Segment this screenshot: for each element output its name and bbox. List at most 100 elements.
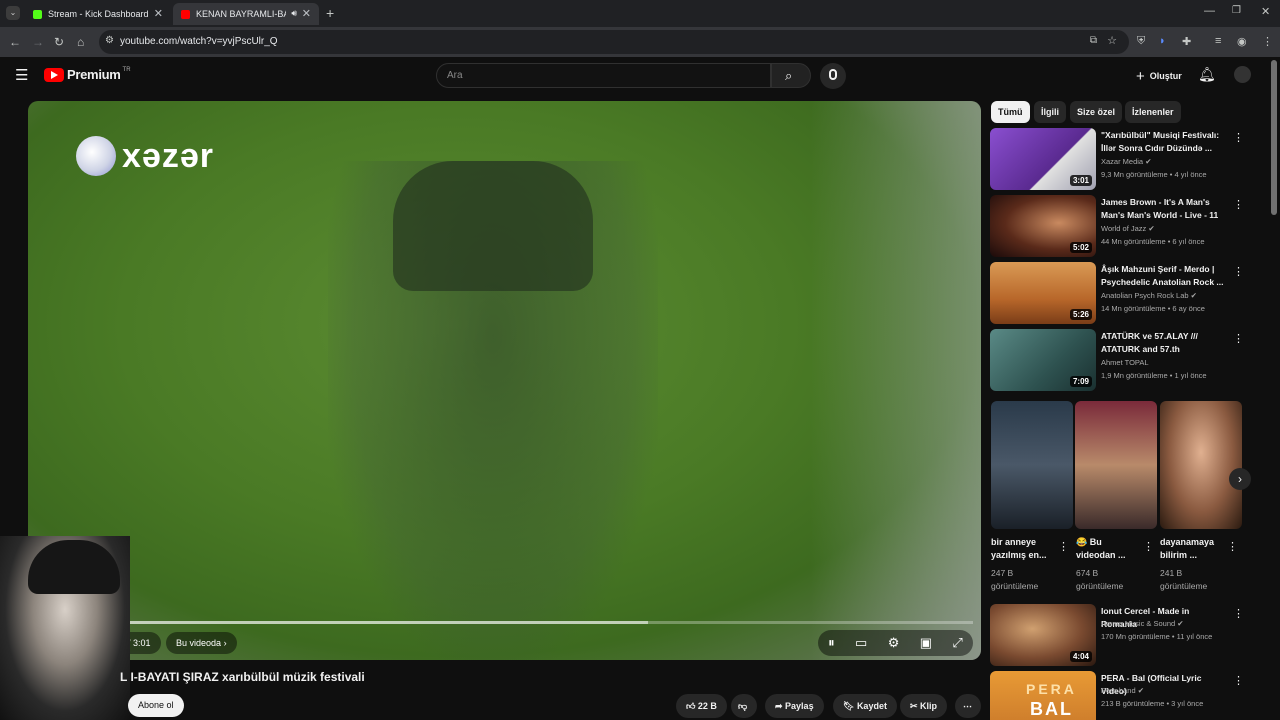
home-icon[interactable]: ⌂ xyxy=(77,35,84,49)
notifications-bell-icon[interactable]: 🔔︎ xyxy=(1198,66,1216,83)
video-thumbnail[interactable]: PERA BAL xyxy=(990,671,1096,720)
more-vertical-icon[interactable]: ⋮ xyxy=(1143,540,1154,553)
theater-mode-icon[interactable]: ▣ xyxy=(920,635,932,651)
extensions-puzzle-icon[interactable]: ✚ xyxy=(1182,35,1191,48)
youtube-play-icon xyxy=(44,67,64,82)
video-thumbnail[interactable]: 7:09 xyxy=(990,329,1096,391)
forward-icon[interactable]: → xyxy=(32,35,44,49)
like-button[interactable]: 👍︎ 22 B xyxy=(676,694,727,718)
tab-youtube-video[interactable]: KENAN BAYRAMLI-BAYATI Ş 🔊︎ ✕ xyxy=(173,3,319,25)
tab-kick-dashboard[interactable]: Stream - Kick Dashboard ✕ xyxy=(25,3,171,25)
short-title[interactable]: 😂 Bu videodan ... xyxy=(1076,536,1142,562)
thumbnail-text: PERA xyxy=(1026,681,1077,697)
more-vertical-icon[interactable]: ⋮ xyxy=(1233,131,1244,144)
window-close-icon[interactable]: ✕ xyxy=(1261,5,1270,18)
recommendation-item[interactable]: PERA BAL PERA - Bal (Official Lyric Vide… xyxy=(990,671,1244,720)
close-icon[interactable]: ✕ xyxy=(302,7,311,20)
video-thumbnail[interactable]: 5:26 xyxy=(990,262,1096,324)
channel-name[interactable]: Anatolian Psych Rock Lab ✔ xyxy=(1101,291,1197,300)
recommendation-title[interactable]: James Brown - It's A Man's Man's Man's W… xyxy=(1101,196,1226,222)
more-vertical-icon[interactable]: ⋮ xyxy=(1227,540,1238,553)
logo-text: Premium xyxy=(67,67,121,82)
buffered-bar xyxy=(43,621,648,624)
profile-icon[interactable]: ◉ xyxy=(1237,35,1247,48)
back-icon[interactable]: ← xyxy=(9,35,21,49)
extension-shield-icon[interactable]: ⛨ xyxy=(1137,35,1145,48)
video-thumbnail[interactable]: 4:04 xyxy=(990,604,1096,666)
reload-icon[interactable]: ↻ xyxy=(54,35,64,49)
recommendation-item[interactable]: 5:02 James Brown - It's A Man's Man's Ma… xyxy=(990,195,1244,257)
youtube-logo[interactable]: Premium TR xyxy=(44,67,131,82)
recommendation-item[interactable]: 7:09 ATATÜRK ve 57.ALAY /// ATATURK and … xyxy=(990,329,1244,391)
chip-related[interactable]: İlgili xyxy=(1034,101,1066,123)
channel-name[interactable]: Amma Music & Sound ✔ xyxy=(1101,619,1184,628)
short-title[interactable]: bir anneye yazılmış en... xyxy=(991,536,1057,562)
more-vertical-icon[interactable]: ⋮ xyxy=(1233,265,1244,278)
recommendation-item[interactable]: 5:26 Âşık Mahzuni Şerif - Merdo | Psyche… xyxy=(990,262,1244,324)
channel-name[interactable]: World of Jazz ✔ xyxy=(1101,224,1155,233)
bookmark-star-icon[interactable]: ☆ xyxy=(1107,34,1117,47)
short-title[interactable]: dayanamaya bilirim ... xyxy=(1160,536,1226,562)
chip-for-you[interactable]: Size özel xyxy=(1070,101,1123,123)
settings-gear-icon[interactable]: ⚙ xyxy=(888,635,900,651)
site-info-icon[interactable]: ⚙︎ xyxy=(105,35,114,46)
more-actions-button[interactable]: ⋯ xyxy=(955,694,981,718)
media-control-icon[interactable]: ≡ xyxy=(1215,35,1221,47)
channel-name[interactable]: Ahmet TOPAL xyxy=(1101,358,1149,367)
install-icon[interactable]: ⧉ xyxy=(1090,35,1097,46)
subscribe-button[interactable]: Abone ol xyxy=(128,694,184,717)
extension-audio-icon[interactable]: ◗ xyxy=(1159,35,1166,47)
browser-menu-icon[interactable]: ⋮ xyxy=(1262,35,1273,48)
url-text[interactable]: youtube.com/watch?v=yvjPscUlr_Q xyxy=(120,36,278,47)
hamburger-menu-icon[interactable]: ☰ xyxy=(15,66,28,84)
chip-all[interactable]: Tümü xyxy=(991,101,1030,123)
minimize-icon[interactable]: — xyxy=(1204,5,1215,17)
share-button[interactable]: ➦ Paylaş xyxy=(765,694,824,718)
search-button[interactable]: ⌕ xyxy=(771,63,811,88)
share-icon: ➦ xyxy=(775,701,786,711)
recommendation-title[interactable]: "Xarıbülbül" Musiqi Festivalı: İllər Son… xyxy=(1101,129,1226,155)
short-thumbnail[interactable] xyxy=(1075,401,1157,529)
page-scrollbar[interactable] xyxy=(1271,60,1277,215)
clip-button[interactable]: ✂ Klip xyxy=(900,694,948,718)
save-button[interactable]: 🔖︎ Kaydet xyxy=(833,694,897,718)
close-icon[interactable]: ✕ xyxy=(154,7,163,20)
chip-watched[interactable]: İzlenenler xyxy=(1125,101,1181,123)
recommendation-title[interactable]: ATATÜRK ve 57.ALAY /// ATATURK and 57.th… xyxy=(1101,330,1226,356)
maximize-icon[interactable]: ❐ xyxy=(1232,5,1241,16)
search-placeholder: Ara xyxy=(447,70,463,81)
video-thumbnail[interactable]: 3:01 xyxy=(990,128,1096,190)
player-controls-right: ⏸ ▭ ⚙ ▣ ⤢ xyxy=(818,630,973,656)
more-vertical-icon[interactable]: ⋮ xyxy=(1233,674,1244,687)
verified-icon: ✔ xyxy=(1145,157,1152,166)
recommendation-item[interactable]: 3:01 "Xarıbülbül" Musiqi Festivalı: İllə… xyxy=(990,128,1244,190)
chapter-button[interactable]: Bu videoda › xyxy=(166,632,237,654)
voice-search-button[interactable] xyxy=(820,63,846,89)
fullscreen-icon[interactable]: ⤢ xyxy=(952,635,962,651)
speaker-icon[interactable]: 🔊︎ xyxy=(291,8,297,19)
channel-name[interactable]: Pera band ✔ xyxy=(1101,686,1144,695)
address-bar[interactable]: ⚙︎ youtube.com/watch?v=yvjPscUlr_Q ⧉ ☆ xyxy=(99,30,1129,54)
tab-search-icon[interactable]: ⌄ xyxy=(6,6,20,20)
create-button[interactable]: + Oluştur xyxy=(1126,64,1192,88)
new-tab-button[interactable]: + xyxy=(326,5,334,21)
search-input[interactable]: Ara xyxy=(436,63,771,88)
more-vertical-icon[interactable]: ⋮ xyxy=(1233,332,1244,345)
avatar[interactable] xyxy=(1234,66,1251,83)
short-thumbnail[interactable] xyxy=(991,401,1073,529)
shorts-next-button[interactable]: › xyxy=(1229,468,1251,490)
recommendation-item[interactable]: 4:04 Ionut Cercel - Made in Romania Amma… xyxy=(990,604,1244,666)
progress-bar[interactable] xyxy=(43,621,973,624)
channel-name[interactable]: Xazar Media ✔ xyxy=(1101,157,1152,166)
subtitles-icon[interactable]: ▭ xyxy=(855,635,867,651)
dislike-button[interactable]: 👎︎ xyxy=(731,694,757,718)
autoplay-toggle-icon[interactable]: ⏸ xyxy=(828,635,835,651)
more-vertical-icon[interactable]: ⋮ xyxy=(1233,607,1244,620)
recommendation-title[interactable]: Âşık Mahzuni Şerif - Merdo | Psychedelic… xyxy=(1101,263,1226,289)
video-player[interactable]: xəzər 0:12 / 3:01 Bu videoda › ⏸ ▭ ⚙ ▣ ⤢ xyxy=(28,101,981,660)
short-thumbnail[interactable] xyxy=(1160,401,1242,529)
more-vertical-icon[interactable]: ⋮ xyxy=(1058,540,1069,553)
more-vertical-icon[interactable]: ⋮ xyxy=(1233,198,1244,211)
video-meta: 9,3 Mn görüntüleme • 4 yıl önce xyxy=(1101,170,1207,179)
video-thumbnail[interactable]: 5:02 xyxy=(990,195,1096,257)
